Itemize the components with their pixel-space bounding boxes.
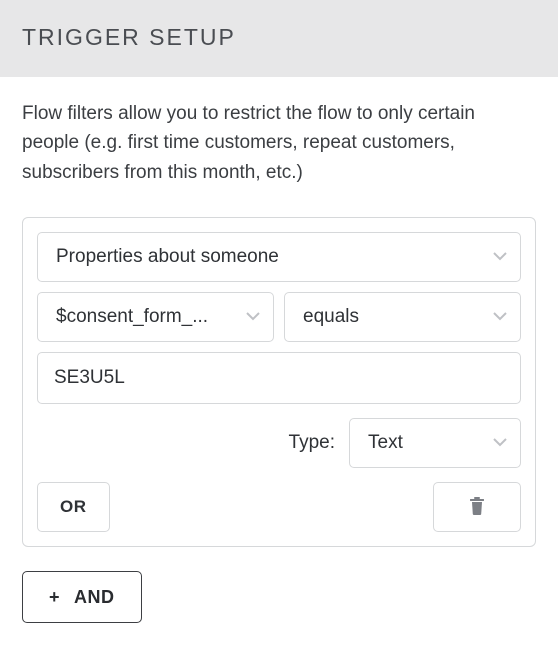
and-button-label: AND (74, 587, 115, 608)
property-select[interactable]: Properties about someone (37, 232, 521, 282)
and-button[interactable]: + AND (22, 571, 142, 623)
operator-select[interactable]: equals (284, 292, 521, 342)
or-button[interactable]: OR (37, 482, 110, 532)
delete-button[interactable] (433, 482, 521, 532)
type-select[interactable]: Text (349, 418, 521, 468)
value-input[interactable] (37, 352, 521, 404)
operator-select-value: equals (303, 306, 480, 328)
description-text: Flow filters allow you to restrict the f… (22, 99, 536, 187)
filter-group: Properties about someone $consent_form_.… (22, 217, 536, 547)
trash-icon (469, 497, 485, 518)
field-select-value: $consent_form_... (56, 306, 233, 328)
type-select-value: Text (368, 432, 480, 454)
type-label: Type: (289, 432, 335, 454)
property-select-value: Properties about someone (56, 246, 480, 268)
header: TRIGGER SETUP (0, 0, 558, 77)
page-title: TRIGGER SETUP (22, 24, 536, 51)
plus-icon: + (49, 587, 60, 608)
field-select[interactable]: $consent_form_... (37, 292, 274, 342)
content: Flow filters allow you to restrict the f… (0, 77, 558, 645)
